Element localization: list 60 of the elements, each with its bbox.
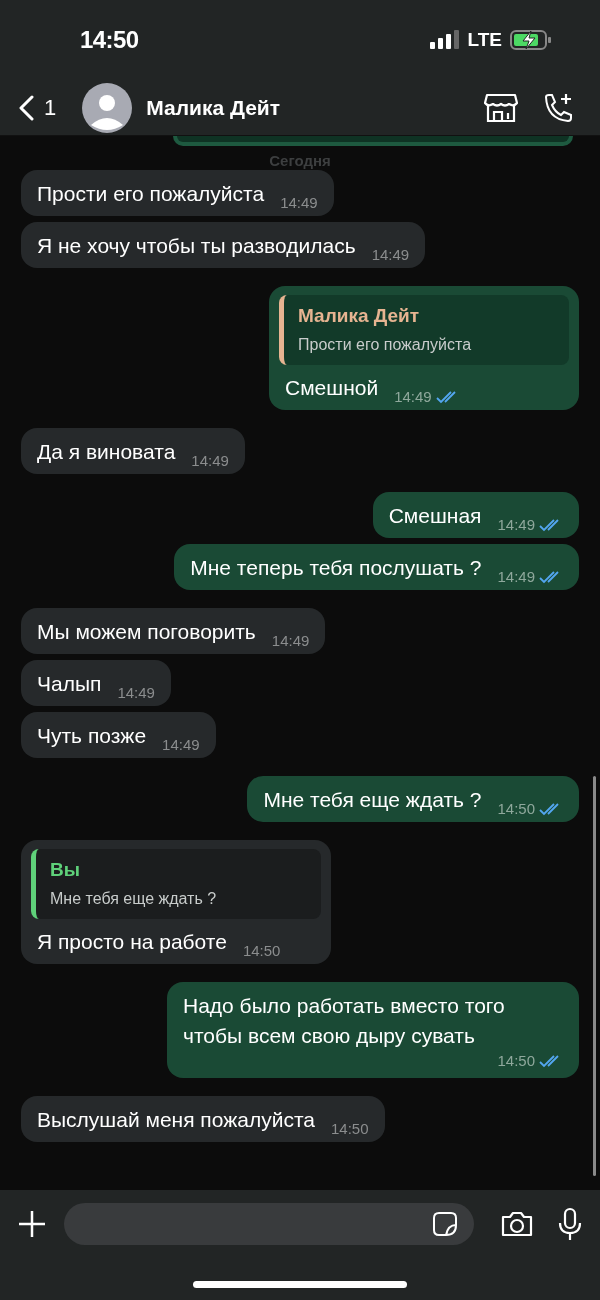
message-time: 14:50 [330,1119,369,1139]
plus-icon[interactable] [18,1210,46,1238]
message-time: 14:49 [371,245,410,265]
message-bubble[interactable]: Я не хочу чтобы ты разводилась 14:49 [21,222,426,268]
quoted-message[interactable]: Малика Дейт Прости его пожалуйста [279,295,569,365]
network-label: LTE [467,27,502,52]
message-bubble[interactable]: Надо было работать вместо того чтобы всем свою дыру сувать 14:50 [167,982,579,1078]
message-text: Смешная [388,503,482,529]
message-bubble[interactable]: Чуть позже 14:49 [21,712,216,758]
message-time: 14:49 [117,683,155,703]
message-text: Да я виновата [37,439,176,465]
battery-icon [510,29,552,51]
camera-icon[interactable] [500,1210,534,1238]
message-text: Чуть позже [37,723,147,749]
message-time: 14:50 [242,941,281,961]
message-time: 14:49 [497,515,535,535]
back-icon [18,94,34,121]
message-text: Я не хочу чтобы ты разводилась [37,233,356,259]
message-time: 14:49 [191,451,229,471]
message-text: Прости его пожалуйста [37,181,265,207]
signal-icon [429,30,460,50]
message-text: Чалып [37,671,102,697]
message-bubble[interactable]: Вы Мне тебя еще ждать ? Я просто на работе 14:50 [21,840,331,964]
quote-text: Прости его пожалуйста [298,335,473,355]
message-bubble[interactable]: Чалып 14:49 [21,660,171,706]
message-field[interactable] [64,1203,474,1245]
message-text: Мы можем поговорить [37,619,256,645]
message-text: Надо было работать вместо того чтобы всем свою дыру сувать [183,993,506,1049]
message-time: 14:50 [497,1051,535,1071]
quote-author: Малика Дейт [298,304,421,328]
message-time: 14:50 [497,799,535,819]
message-bubble[interactable]: Смешная 14:49 [372,492,579,538]
status-time: 14:50 [80,25,139,55]
quoted-message[interactable]: Вы Мне тебя еще ждать ? [31,849,321,919]
add-call-icon[interactable] [542,91,574,124]
store-icon[interactable] [484,91,518,124]
message-text: Смешной [285,375,379,401]
avatar-icon[interactable] [82,82,133,133]
contact-name[interactable]: Малика Дейт [146,91,281,124]
message-bubble[interactable]: Мы можем поговорить 14:49 [21,608,326,654]
microphone-icon[interactable] [558,1207,582,1241]
message-time: 14:49 [497,567,535,587]
message-bubble[interactable]: Выслушай меня пожалуйста 14:50 [21,1096,385,1142]
message-bubble[interactable]: Малика Дейт Прости его пожалуйста Смешной 14:49 [269,286,579,410]
message-text: Я просто на работе [37,929,227,955]
message-text: Мне теперь тебя послушать ? [190,555,482,581]
sticker-icon[interactable] [432,1211,458,1237]
message-text: Выслушай меня пожалуйста [37,1107,315,1133]
message-text: Мне тебя еще ждать ? [263,787,482,813]
quote-author: Вы [50,858,81,882]
message-time: 14:49 [271,631,310,651]
message-time: 14:49 [280,193,318,213]
back-button[interactable]: 1 [18,91,57,124]
message-bubble[interactable]: Мне тебя еще ждать ? 14:50 [247,776,579,822]
quote-text: Мне тебя еще ждать ? [50,889,218,909]
message-time: 14:49 [394,387,432,407]
message-bubble[interactable]: Да я виновата 14:49 [21,428,245,474]
message-bubble[interactable]: Прости его пожалуйста 14:49 [21,170,334,216]
message-time: 14:49 [162,735,200,755]
message-bubble[interactable]: Мне теперь тебя послушать ? 14:49 [174,544,579,590]
